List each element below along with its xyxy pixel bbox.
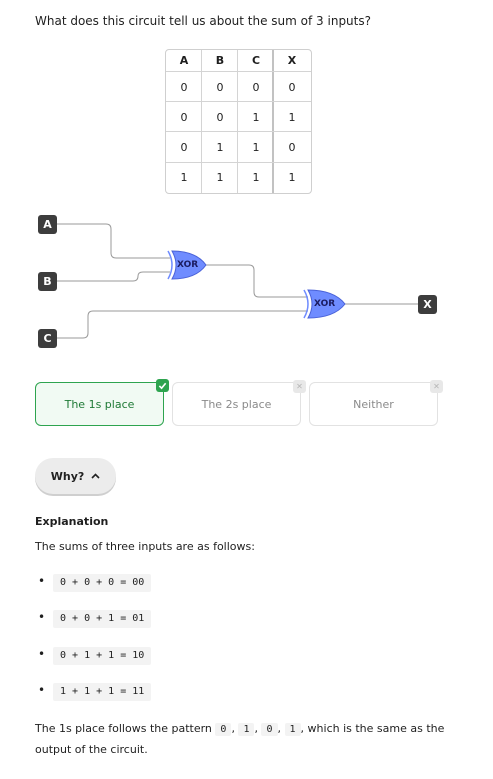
output-x-pin: X: [418, 295, 437, 314]
explanation-conclusion: The 1s place follows the pattern 0, 1, 0…: [35, 722, 445, 756]
why-button[interactable]: Why?: [35, 458, 116, 494]
sum-code: 1 + 1 + 1 = 11: [53, 683, 152, 701]
wire-b: [57, 271, 170, 282]
x-icon: ✕: [293, 380, 306, 393]
check-icon: [156, 379, 169, 392]
pattern-value: 1: [284, 723, 301, 736]
choice-1s-place[interactable]: The 1s place: [35, 382, 164, 426]
input-a-pin: A: [38, 215, 57, 234]
why-button-label: Why?: [50, 469, 85, 483]
bullet-dot: •: [38, 610, 46, 624]
sum-code: 0 + 0 + 0 = 00: [53, 574, 152, 592]
choice-2s-place[interactable]: The 2s place: [172, 382, 301, 426]
pattern-value: 0: [215, 723, 232, 736]
chevron-up-icon: [91, 471, 100, 482]
sum-code: 0 + 0 + 1 = 01: [53, 610, 152, 628]
explanation-intro: The sums of three inputs are as follows:: [35, 540, 255, 553]
input-c-pin: C: [38, 329, 57, 348]
conclusion-text: The 1s place follows the pattern: [35, 722, 212, 735]
wire-xor1-out: [206, 264, 308, 298]
x-icon: ✕: [430, 380, 443, 393]
xor-gate-1-label: XOR: [177, 260, 199, 270]
explanation-title: Explanation: [35, 515, 109, 528]
xor-gate-2-label: XOR: [314, 299, 336, 309]
pattern-value: 1: [238, 723, 255, 736]
wire-c: [57, 310, 308, 339]
sum-code: 0 + 1 + 1 = 10: [53, 647, 152, 665]
input-b-pin: B: [38, 272, 57, 291]
pattern-value: 0: [261, 723, 278, 736]
bullet-dot: •: [38, 647, 46, 661]
wire-a: [57, 223, 170, 259]
bullet-dot: •: [38, 574, 46, 588]
choice-label: The 1s place: [64, 397, 135, 411]
choice-label: The 2s place: [201, 397, 272, 411]
choice-label: Neither: [353, 397, 394, 411]
bullet-dot: •: [38, 683, 46, 697]
choice-neither[interactable]: Neither: [309, 382, 438, 426]
